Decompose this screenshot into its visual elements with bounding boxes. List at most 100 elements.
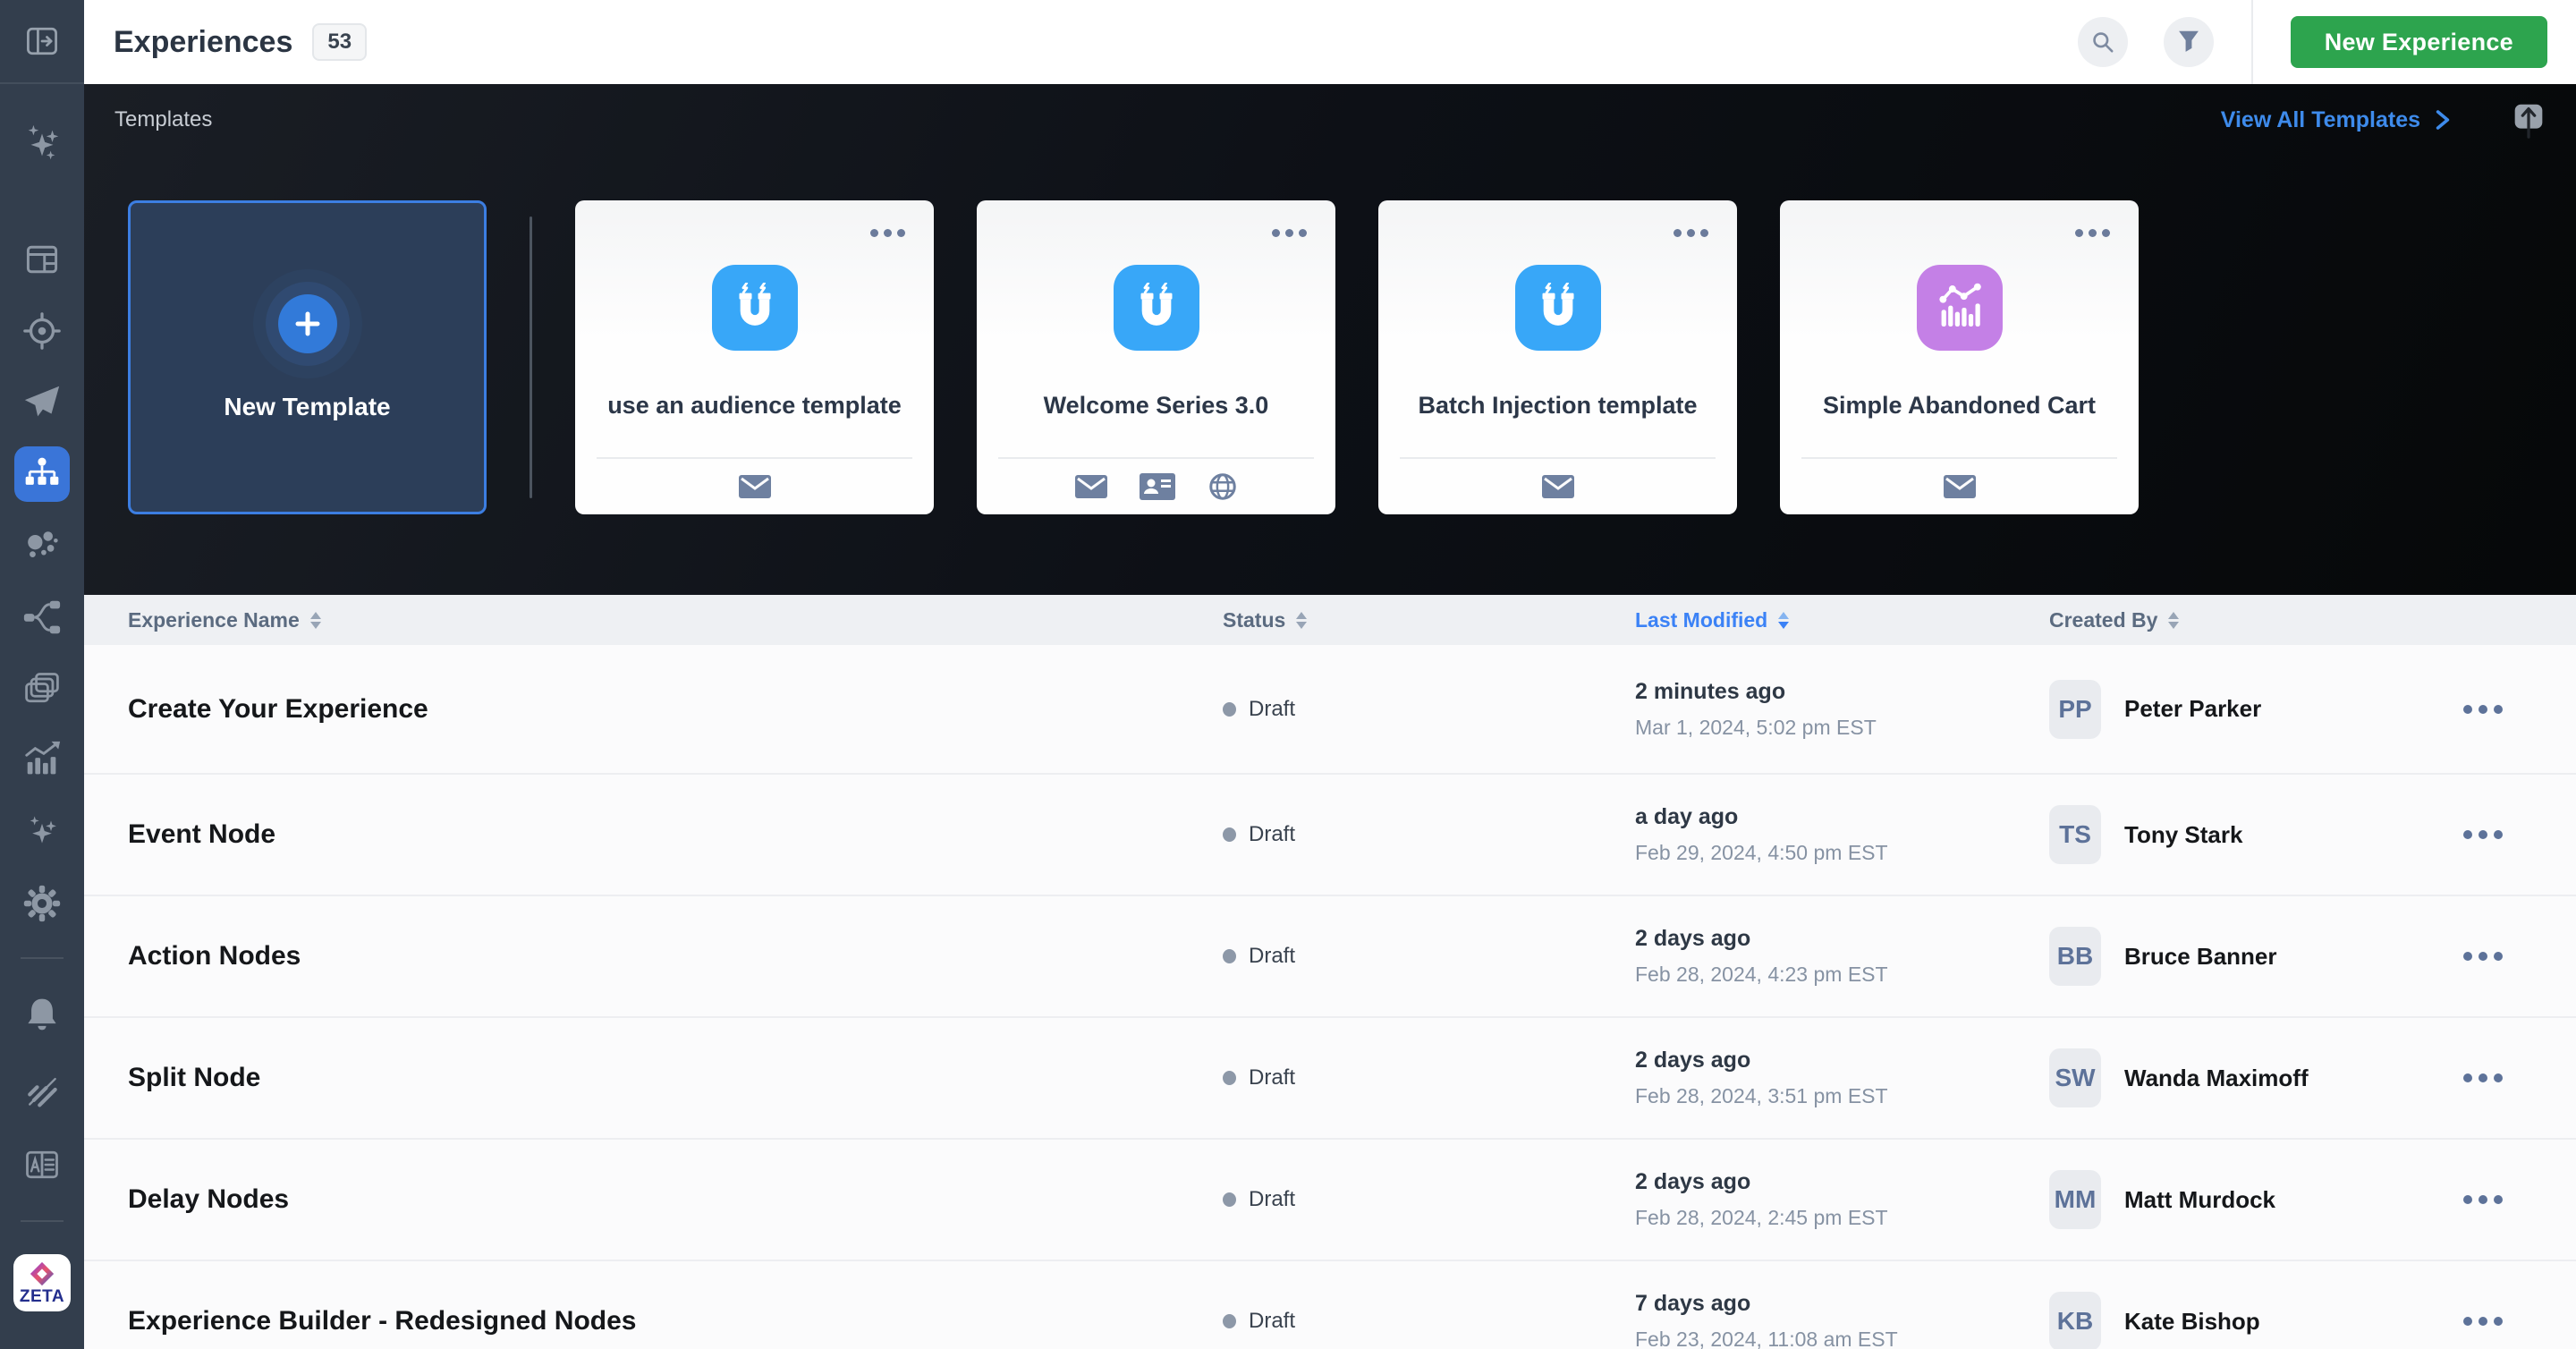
zeta-logo[interactable]: ZETA	[13, 1254, 71, 1311]
split-icon	[21, 597, 63, 638]
table-row[interactable]: Action Nodes Draft 2 days ago Feb 28, 20…	[84, 896, 2576, 1018]
experience-name[interactable]: Action Nodes	[128, 941, 301, 971]
sidebar-item-experiences[interactable]	[0, 438, 84, 510]
layout-icon	[22, 240, 62, 279]
templates-section-label: Templates	[114, 107, 212, 132]
panel-collapse-icon	[22, 21, 62, 61]
templates-section: Templates View All Templates	[84, 84, 2576, 595]
table-row[interactable]: Experience Builder - Redesigned Nodes Dr…	[84, 1261, 2576, 1349]
row-menu-button[interactable]	[2456, 1188, 2510, 1211]
page-title: Experiences	[114, 25, 292, 60]
column-header-last-modified[interactable]: Last Modified	[1635, 595, 1789, 645]
sparkles-icon	[24, 814, 60, 850]
status-dot	[1223, 949, 1236, 963]
card-menu-button[interactable]	[865, 224, 911, 242]
avatar: TS	[2049, 805, 2101, 864]
status-cell: Draft	[1223, 944, 1295, 969]
contact-card-icon	[1140, 473, 1175, 500]
template-card-title: Welcome Series 3.0	[1044, 392, 1269, 420]
magnet-icon	[712, 265, 798, 351]
address-book-icon	[22, 1145, 62, 1184]
template-card[interactable]: use an audience template	[575, 200, 934, 514]
sidebar-item-audiences[interactable]	[0, 295, 84, 367]
created-by-cell: TS Tony Stark	[2049, 805, 2242, 864]
sidebar-item-signal[interactable]	[0, 1052, 84, 1127]
created-by-cell: SW Wanda Maximoff	[2049, 1048, 2309, 1107]
template-card-title: Batch Injection template	[1418, 392, 1697, 420]
experience-table: Create Your Experience Draft 2 minutes a…	[84, 645, 2576, 1349]
avatar: BB	[2049, 927, 2101, 986]
target-icon	[21, 310, 63, 352]
sidebar: ZETA	[0, 0, 84, 1349]
experience-name[interactable]: Split Node	[128, 1063, 260, 1093]
signal-icon	[22, 1070, 62, 1109]
status-cell: Draft	[1223, 1187, 1295, 1212]
experience-name[interactable]: Experience Builder - Redesigned Nodes	[128, 1306, 637, 1336]
search-icon	[2089, 28, 2117, 56]
card-channel-icons	[1400, 457, 1716, 514]
sidebar-item-reports[interactable]	[0, 725, 84, 796]
plus-icon	[278, 294, 337, 353]
experience-name[interactable]: Event Node	[128, 819, 275, 850]
sidebar-collapse-button[interactable]	[0, 0, 84, 84]
card-menu-button[interactable]	[1668, 224, 1714, 242]
card-channel-icons	[998, 457, 1314, 514]
last-modified-cell: 7 days ago Feb 23, 2024, 11:08 am EST	[1635, 1291, 1898, 1349]
row-menu-button[interactable]	[2456, 698, 2510, 721]
last-modified-cell: 2 minutes ago Mar 1, 2024, 5:02 pm EST	[1635, 679, 1877, 740]
search-button[interactable]	[2078, 17, 2128, 67]
main-content: Experiences 53 New Experience	[84, 0, 2576, 1349]
sidebar-item-notifications[interactable]	[0, 977, 84, 1052]
stacked-cards-icon	[22, 669, 62, 708]
template-card[interactable]: Simple Abandoned Cart	[1780, 200, 2139, 514]
card-menu-button[interactable]	[2070, 224, 2115, 242]
sidebar-item-templates[interactable]	[0, 653, 84, 725]
sort-icon	[310, 612, 321, 629]
row-menu-button[interactable]	[2456, 823, 2510, 846]
sidebar-item-dashboard[interactable]	[0, 224, 84, 295]
status-dot	[1223, 702, 1236, 717]
column-header-created-by[interactable]: Created By	[2049, 595, 2179, 645]
column-header-experience-name[interactable]: Experience Name	[128, 595, 321, 645]
sidebar-item-knowledge-base[interactable]	[0, 1127, 84, 1202]
avatar: MM	[2049, 1170, 2101, 1229]
mail-icon	[1542, 474, 1574, 499]
created-by-cell: KB Kate Bishop	[2049, 1292, 2260, 1349]
template-card[interactable]: Welcome Series 3.0	[977, 200, 1335, 514]
table-row[interactable]: Event Node Draft a day ago Feb 29, 2024,…	[84, 775, 2576, 896]
table-row[interactable]: Create Your Experience Draft 2 minutes a…	[84, 645, 2576, 775]
mail-icon	[1075, 474, 1107, 499]
row-menu-button[interactable]	[2456, 945, 2510, 968]
row-menu-button[interactable]	[2456, 1310, 2510, 1333]
new-template-card[interactable]: New Template	[128, 200, 487, 514]
collapse-section-button[interactable]	[2508, 99, 2549, 140]
sidebar-item-workflows[interactable]	[0, 581, 84, 653]
filter-button[interactable]	[2164, 17, 2214, 67]
active-nav-highlight	[14, 446, 70, 502]
sidebar-item-automations[interactable]	[0, 796, 84, 868]
sidebar-item-campaigns[interactable]	[0, 367, 84, 438]
status-cell: Draft	[1223, 822, 1295, 847]
table-row[interactable]: Delay Nodes Draft 2 days ago Feb 28, 202…	[84, 1140, 2576, 1261]
cards-divider	[530, 216, 532, 498]
sidebar-divider	[21, 1220, 64, 1222]
card-menu-button[interactable]	[1267, 224, 1312, 242]
sidebar-item-settings[interactable]	[0, 868, 84, 939]
header-divider	[2251, 0, 2253, 84]
row-menu-button[interactable]	[2456, 1066, 2510, 1090]
column-header-status[interactable]: Status	[1223, 595, 1307, 645]
gear-icon	[22, 884, 62, 923]
template-card-title: use an audience template	[607, 392, 902, 420]
table-row[interactable]: Split Node Draft 2 days ago Feb 28, 2024…	[84, 1018, 2576, 1140]
experience-name[interactable]: Delay Nodes	[128, 1184, 289, 1215]
avatar: PP	[2049, 680, 2101, 739]
new-experience-button[interactable]: New Experience	[2291, 16, 2547, 68]
view-all-templates-link[interactable]: View All Templates	[2221, 107, 2451, 133]
experience-name[interactable]: Create Your Experience	[128, 694, 428, 725]
sparkles-icon	[21, 123, 63, 164]
sidebar-item-segments[interactable]	[0, 510, 84, 581]
template-card[interactable]: Batch Injection template	[1378, 200, 1737, 514]
globe-icon	[1208, 471, 1238, 502]
sidebar-item-ai[interactable]	[0, 107, 84, 179]
filter-icon	[2175, 29, 2202, 55]
